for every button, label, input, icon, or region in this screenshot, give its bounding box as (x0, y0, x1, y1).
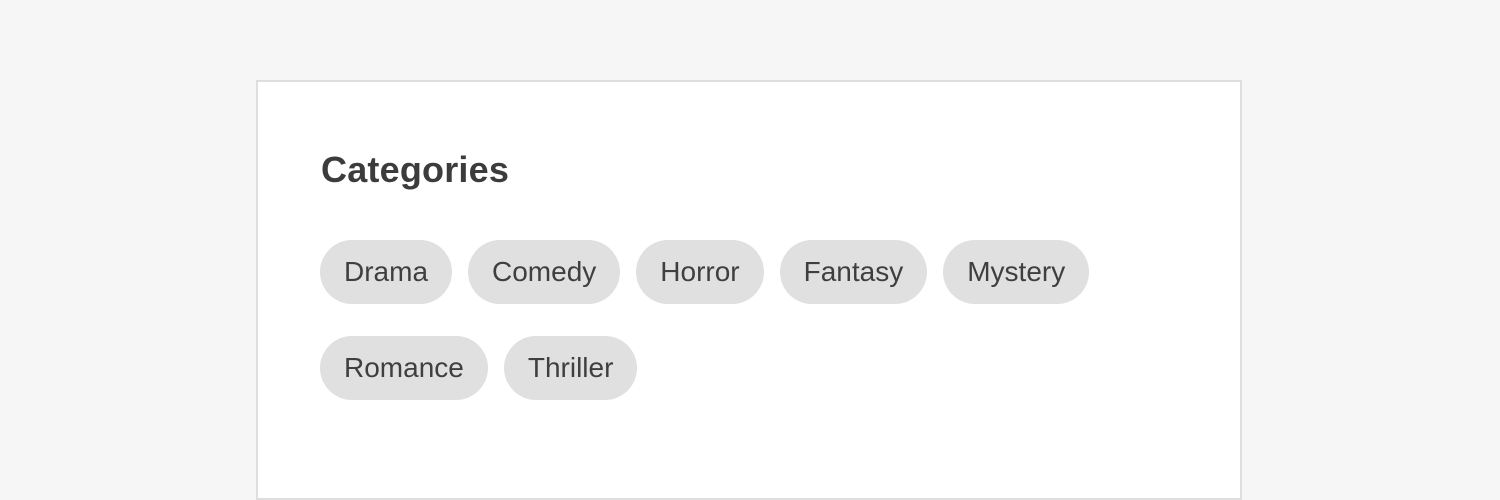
tag-list: Drama Comedy Horror Fantasy Mystery Roma… (320, 240, 1180, 400)
tag-thriller[interactable]: Thriller (503, 336, 638, 400)
tag-drama[interactable]: Drama (320, 240, 453, 304)
tag-horror[interactable]: Horror (636, 240, 764, 304)
tag-romance[interactable]: Romance (320, 336, 488, 400)
categories-card: Categories Drama Comedy Horror Fantasy M… (256, 80, 1242, 500)
categories-title: Categories (321, 149, 510, 190)
tag-comedy[interactable]: Comedy (468, 240, 621, 304)
tag-mystery[interactable]: Mystery (943, 240, 1090, 304)
tag-fantasy[interactable]: Fantasy (779, 240, 928, 304)
